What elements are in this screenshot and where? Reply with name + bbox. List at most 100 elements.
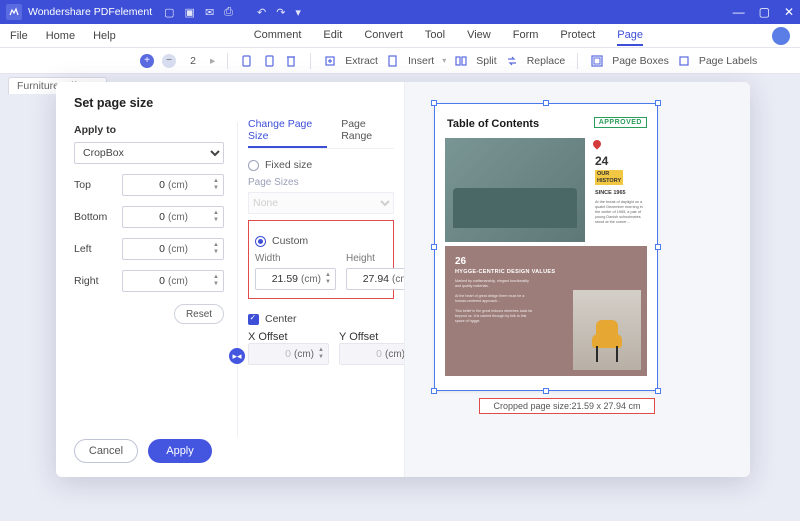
left-input[interactable]: (cm)▲▼ <box>122 238 224 260</box>
undo-icon[interactable]: ↶ <box>257 6 266 19</box>
menu-tool[interactable]: Tool <box>425 26 445 46</box>
pin-icon <box>591 138 602 149</box>
menu-form[interactable]: Form <box>513 26 539 46</box>
menu-file[interactable]: File <box>10 27 28 45</box>
insert-dropdown-icon[interactable]: ▾ <box>442 56 446 65</box>
preview-panel: Table of Contents APPROVED 24 OURHISTORY… <box>404 82 750 477</box>
resize-handle[interactable] <box>431 100 437 106</box>
preview-image-sofa <box>445 138 585 242</box>
page-boxes-button[interactable]: Page Boxes <box>612 55 669 67</box>
fixed-size-label: Fixed size <box>265 159 312 171</box>
width-label: Width <box>255 253 336 264</box>
tab-change-page-size[interactable]: Change Page Size <box>248 118 327 148</box>
redo-icon[interactable]: ↷ <box>276 6 285 19</box>
apply-to-select[interactable]: CropBox <box>74 142 224 164</box>
reset-button[interactable]: Reset <box>174 304 224 324</box>
page-step-icon[interactable]: ▸ <box>210 55 215 67</box>
user-avatar-icon[interactable] <box>772 27 790 45</box>
page-sizes-select: None <box>248 192 394 214</box>
minimize-button[interactable]: — <box>733 5 745 19</box>
mail-icon[interactable]: ✉ <box>205 6 214 19</box>
dialog-left-panel: Set page size Apply to CropBox Top (cm)▲… <box>56 82 238 477</box>
right-label: Right <box>74 275 114 287</box>
top-input[interactable]: (cm)▲▼ <box>122 174 224 196</box>
resize-handle[interactable] <box>655 244 661 250</box>
resize-handle[interactable] <box>655 388 661 394</box>
custom-label: Custom <box>272 235 308 247</box>
custom-radio[interactable] <box>255 236 266 247</box>
page-labels-button[interactable]: Page Labels <box>699 55 757 67</box>
close-window-button[interactable]: ✕ <box>784 5 794 19</box>
replace-button[interactable]: Replace <box>527 55 566 67</box>
ribbon-toolbar: + − 2 ▸ Extract Insert ▾ Split Replace P… <box>0 48 800 74</box>
top-label: Top <box>74 179 114 191</box>
crop-info-readout: Cropped page size:21.59 x 27.94 cm <box>479 398 655 414</box>
zoom-out-icon[interactable]: − <box>162 54 176 68</box>
approved-stamp: APPROVED <box>594 117 647 128</box>
resize-handle[interactable] <box>655 100 661 106</box>
cancel-button[interactable]: Cancel <box>74 439 138 463</box>
page-labels-icon[interactable] <box>677 54 691 68</box>
custom-radio-row[interactable]: Custom <box>255 235 387 247</box>
resize-handle[interactable] <box>543 388 549 394</box>
split-icon[interactable] <box>454 54 468 68</box>
x-offset-input: (cm)▲▼ <box>248 343 329 365</box>
bottom-input[interactable]: (cm)▲▼ <box>122 206 224 228</box>
left-label: Left <box>74 243 114 255</box>
apply-button[interactable]: Apply <box>148 439 212 463</box>
rotate-right-icon[interactable] <box>262 54 276 68</box>
section-24: 24 OURHISTORY SINCE 1965 At the break of… <box>595 154 647 225</box>
menu-view[interactable]: View <box>467 26 491 46</box>
dropdown-icon[interactable]: ▾ <box>295 6 301 19</box>
spin-down-icon[interactable]: ▼ <box>211 185 221 192</box>
resize-handle[interactable] <box>431 388 437 394</box>
bottom-label: Bottom <box>74 211 114 223</box>
x-offset-label: X Offset <box>248 331 329 343</box>
dialog-title: Set page size <box>74 96 224 110</box>
maximize-button[interactable]: ▢ <box>759 5 770 19</box>
titlebar: Wondershare PDFelement ▢ ▣ ✉ ⎙ ↶ ↷ ▾ — ▢… <box>0 0 800 24</box>
menu-home[interactable]: Home <box>46 27 75 45</box>
open-icon[interactable]: ▢ <box>164 6 174 19</box>
tab-page-range[interactable]: Page Range <box>341 118 394 148</box>
page-preview[interactable]: Table of Contents APPROVED 24 OURHISTORY… <box>435 104 657 390</box>
menubar: File Home Help Comment Edit Convert Tool… <box>0 24 800 48</box>
right-input[interactable]: (cm)▲▼ <box>122 270 224 292</box>
center-checkbox[interactable] <box>248 314 259 325</box>
image-icon[interactable]: ▣ <box>185 6 195 19</box>
resize-handle[interactable] <box>543 100 549 106</box>
section-26: 26 HYGGE-CENTRIC DESIGN VALUES Marked by… <box>445 246 647 376</box>
print-icon[interactable]: ⎙ <box>224 6 233 19</box>
panel-collapse-icon[interactable]: ▸◂ <box>229 348 245 364</box>
insert-icon[interactable] <box>386 54 400 68</box>
delete-page-icon[interactable] <box>284 54 298 68</box>
menu-comment[interactable]: Comment <box>254 26 302 46</box>
app-name: Wondershare PDFelement <box>28 6 152 18</box>
insert-button[interactable]: Insert <box>408 55 434 67</box>
fixed-size-radio-row[interactable]: Fixed size <box>248 159 394 171</box>
menu-edit[interactable]: Edit <box>323 26 342 46</box>
fixed-size-radio[interactable] <box>248 160 259 171</box>
zoom-in-icon[interactable]: + <box>140 54 154 68</box>
menu-page[interactable]: Page <box>617 26 643 46</box>
preview-image-chair <box>573 290 641 370</box>
preview-title: Table of Contents <box>447 118 539 130</box>
menu-help[interactable]: Help <box>93 27 116 45</box>
dialog-middle-panel: ▸◂ Change Page Size Page Range Fixed siz… <box>238 82 404 477</box>
page-number[interactable]: 2 <box>184 55 202 67</box>
resize-handle[interactable] <box>431 244 437 250</box>
set-page-size-dialog: × Set page size Apply to CropBox Top (cm… <box>56 82 750 477</box>
extract-icon[interactable] <box>323 54 337 68</box>
app-logo-icon <box>6 4 22 20</box>
page-boxes-icon[interactable] <box>590 54 604 68</box>
split-button[interactable]: Split <box>476 55 496 67</box>
extract-button[interactable]: Extract <box>345 55 378 67</box>
rotate-left-icon[interactable] <box>240 54 254 68</box>
menu-convert[interactable]: Convert <box>364 26 403 46</box>
custom-size-highlight: Custom Width (cm)▲▼ Height (cm)▲▼ <box>248 220 394 299</box>
center-checkbox-row[interactable]: Center <box>248 313 394 325</box>
width-input[interactable]: (cm)▲▼ <box>255 268 336 290</box>
spin-up-icon[interactable]: ▲ <box>211 178 221 185</box>
menu-protect[interactable]: Protect <box>560 26 595 46</box>
replace-icon[interactable] <box>505 54 519 68</box>
